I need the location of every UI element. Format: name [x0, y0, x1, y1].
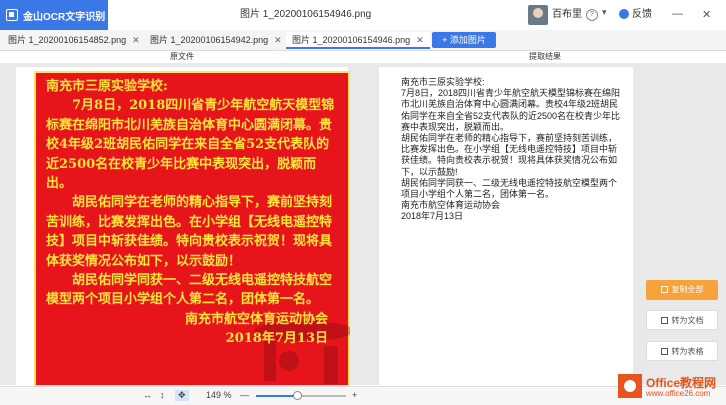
copy-all-button[interactable]: 复制全部: [646, 280, 718, 300]
poster-paragraph: 胡民佑同学同获一、二级无线电遥控特技航空模型两个项目小学组个人第二名，团体第一名…: [46, 273, 333, 308]
original-image-pane[interactable]: 南充市三原实验学校: 7月8日，2018四川省青少年航空航天模型锦标赛在绵阳市北…: [16, 67, 350, 387]
tab-bar: 图片 1_20200106154852.png ✕ 图片 1_2020010615…: [0, 30, 726, 51]
close-tab-icon[interactable]: ✕: [132, 35, 140, 45]
extraction-result-pane[interactable]: 南充市三原实验学校: 7月8日，2018四川省青少年航空航天模型锦标赛在绵阳市北…: [379, 67, 633, 387]
copy-icon: [660, 286, 668, 294]
tab-image-1[interactable]: 图片 1_20200106154852.png ✕: [2, 32, 146, 49]
close-tab-icon[interactable]: ✕: [416, 35, 424, 45]
convert-table-label: 转为表格: [671, 347, 704, 356]
result-text[interactable]: 南充市三原实验学校: 7月8日，2018四川省青少年航空航天模型锦标赛在绵阳市北…: [401, 77, 621, 223]
close-button[interactable]: ✕: [702, 8, 711, 21]
app-name-badge: 金山OCR文字识别: [0, 0, 108, 30]
feedback-label: 反馈: [632, 9, 652, 20]
result-line: 胡民佑同学在老师的精心指导下，赛前坚持刻苦训练，比赛发挥出色。在小学组【无线电遥…: [401, 133, 618, 177]
app-name: 金山OCR文字识别: [23, 11, 106, 23]
zoom-slider[interactable]: [256, 391, 346, 400]
zoom-out-button[interactable]: —: [240, 390, 249, 400]
office-logo-icon: [618, 374, 642, 398]
add-image-button[interactable]: + 添加图片: [432, 32, 496, 48]
zoom-level: 149 %: [206, 390, 232, 400]
convert-to-table-button[interactable]: 转为表格: [646, 341, 718, 361]
tab-image-2[interactable]: 图片 1_20200106154942.png ✕: [144, 32, 288, 49]
poster-date: 2018年7月13日: [225, 331, 328, 347]
select-tool-icon[interactable]: ✥: [175, 390, 189, 401]
result-line: 2018年7月13日: [401, 211, 464, 222]
poster-organization: 南充市航空体育运动协会: [184, 311, 328, 327]
poster-text: 南充市三原实验学校: 7月8日，2018四川省青少年航空航天模型锦标赛在绵阳市北…: [46, 77, 338, 349]
content-area: 南充市三原实验学校: 7月8日，2018四川省青少年航空航天模型锦标赛在绵阳市北…: [0, 63, 726, 387]
tab-image-3[interactable]: 图片 1_20200106154946.png ✕: [286, 32, 430, 49]
minimize-button[interactable]: —: [672, 8, 683, 20]
poster-paragraph: 胡民佑同学在老师的精心指导下，赛前坚持刻苦训练，比赛发挥出色。在小学组【无线电遥…: [46, 195, 333, 269]
source-image: 南充市三原实验学校: 7月8日，2018四川省青少年航空航天模型锦标赛在绵阳市北…: [34, 71, 350, 387]
close-tab-icon[interactable]: ✕: [274, 35, 282, 45]
result-line: 南充市航空体育运动协会: [401, 200, 501, 211]
tab-label: 图片 1_20200106154852.png: [8, 35, 127, 45]
fit-width-icon[interactable]: ↔: [143, 390, 152, 400]
convert-document-label: 转为文档: [671, 316, 704, 325]
result-line: 7月8日，2018四川省青少年航空航天模型锦标赛在绵阳市北川羌族自治体育中心圆满…: [401, 88, 621, 132]
user-name[interactable]: 百布里: [552, 0, 582, 30]
account-dropdown-icon[interactable]: ▾: [602, 7, 607, 18]
feedback-icon: [619, 9, 629, 20]
convert-to-document-button[interactable]: 转为文档: [646, 310, 718, 330]
zoom-in-button[interactable]: +: [352, 390, 357, 400]
watermark-url: www.office26.com: [646, 389, 711, 398]
tab-label: 图片 1_20200106154946.png: [292, 35, 411, 45]
fit-height-icon[interactable]: ↕: [160, 390, 165, 400]
title-bar: 金山OCR文字识别 图片 1_20200106154946.png 百布里 ? …: [0, 0, 726, 31]
document-icon: [660, 317, 668, 325]
site-watermark: Office教程网 www.office26.com: [618, 374, 724, 402]
extraction-result-header: 提取结果: [529, 52, 561, 61]
window-title: 图片 1_20200106154946.png: [240, 9, 372, 20]
zoom-slider-fill: [256, 395, 297, 397]
table-icon: [660, 348, 668, 356]
ocr-logo-icon: [6, 9, 18, 21]
original-file-header: 原文件: [170, 52, 194, 61]
result-line: 胡民佑同学同获一、二级无线电遥控特技航空模型两个项目小学组个人第二名，团体第一名…: [401, 177, 618, 200]
feedback-button[interactable]: 反馈: [619, 0, 652, 30]
avatar[interactable]: [528, 5, 548, 25]
help-icon[interactable]: ?: [586, 9, 598, 21]
zoom-slider-knob[interactable]: [292, 391, 302, 400]
poster-paragraph: 7月8日，2018四川省青少年航空航天模型锦标赛在绵阳市北川羌族自治体育中心圆满…: [46, 98, 335, 192]
result-line: 南充市三原实验学校:: [401, 77, 485, 87]
poster-greeting: 南充市三原实验学校:: [46, 79, 168, 94]
copy-all-label: 复制全部: [671, 285, 704, 294]
tab-label: 图片 1_20200106154942.png: [150, 35, 269, 45]
